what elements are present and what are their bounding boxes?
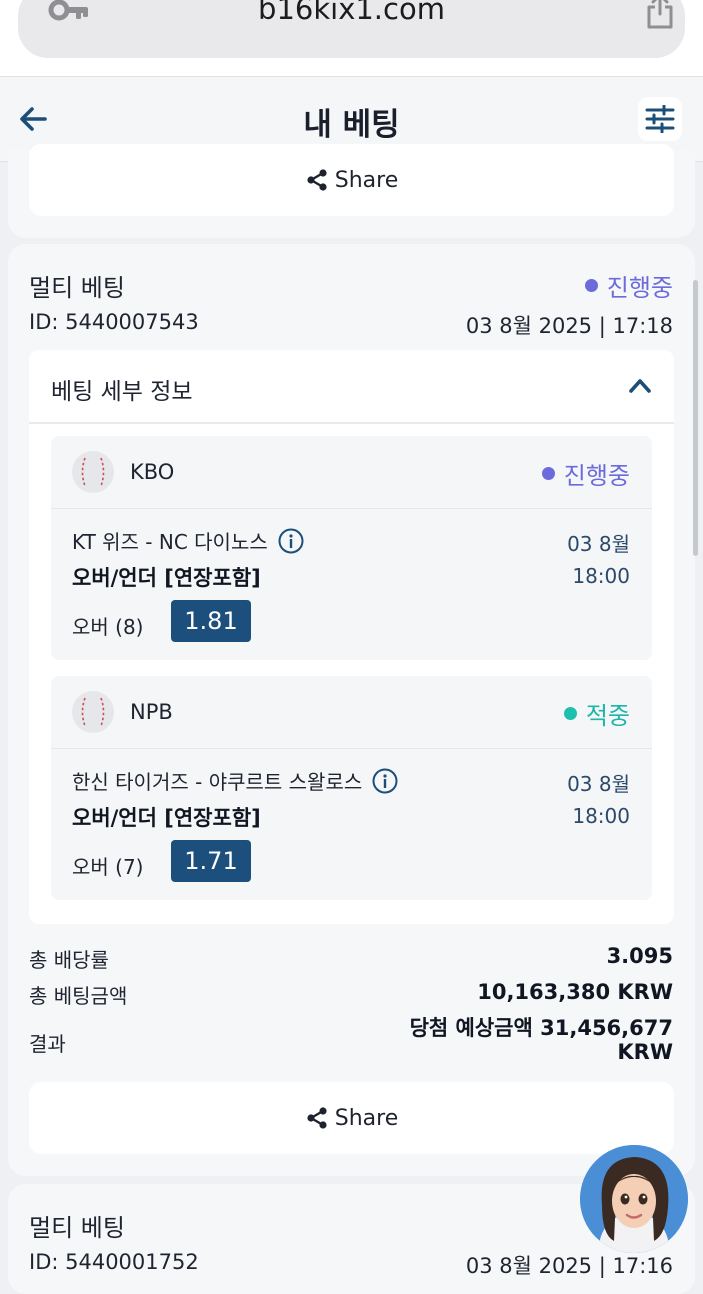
scrollbar[interactable] [693,280,698,556]
bet-details-title: 베팅 세부 정보 [51,379,193,405]
result-value-line1: 당첨 예상금액 31,456,677 [409,1016,673,1040]
bet-details-panel: 베팅 세부 정보 KBO 진행중 KT 위즈 - NC 다이노스 오버/언더 [… [29,350,674,924]
selection: 오버 (7) [72,855,144,879]
match-teams: 한신 타이거즈 - 야쿠르트 스왈로스 [72,770,363,794]
page-title: 내 베팅 [303,107,400,143]
bet-id: ID: 5440007543 [29,310,199,334]
bet-details-header[interactable]: 베팅 세부 정보 [29,350,674,424]
bet-leg: KBO 진행중 KT 위즈 - NC 다이노스 오버/언더 [연장포함] 03 … [51,436,652,660]
status-dot-icon [541,467,555,480]
previous-bet-card: Share [8,144,695,238]
browser-share-icon[interactable] [644,0,676,30]
league-name: KBO [130,460,175,484]
bet-datetime: 03 8월 2025 | 17:16 [465,1254,673,1278]
share-label: Share [334,167,399,193]
leg-status-badge: 진행중 [541,456,630,491]
selection: 오버 (8) [72,615,144,639]
market-name: 오버/언더 [연장포함] [72,566,261,590]
result-value-line2: KRW [617,1040,673,1064]
assistant-face-icon [580,1145,688,1253]
bet-status-text: 진행중 [606,274,673,302]
share-button[interactable]: Share [29,1082,674,1154]
total-stake-value: 10,163,380 KRW [477,980,673,1004]
share-label: Share [334,1105,399,1131]
leg-header: NPB 적중 [51,676,652,749]
total-stake-label: 총 베팅금액 [29,984,128,1008]
status-dot-icon [563,707,577,720]
match-name: KT 위즈 - NC 다이노스 [72,526,304,555]
browser-bar: b16kix1.com [0,0,703,76]
total-odds-value: 3.095 [606,944,673,968]
leg-header: KBO 진행중 [51,436,652,509]
address-bar[interactable]: b16kix1.com [18,0,685,58]
filter-button[interactable] [638,97,682,141]
bet-card: 멀티 베팅 진행중 ID: 5440007543 03 8월 2025 | 17… [8,244,695,1176]
share-button[interactable]: Share [29,144,674,216]
share-icon [307,169,327,191]
bet-id: ID: 5440001752 [29,1250,199,1274]
url-text: b16kix1.com [258,0,445,26]
baseball-icon [72,451,114,493]
assistant-avatar[interactable] [580,1145,688,1253]
match-date: 03 8월 [567,532,630,556]
match-time: 18:00 [572,804,630,828]
chevron-up-icon[interactable] [628,376,652,394]
baseball-icon [72,691,114,733]
odds-badge: 1.81 [171,600,251,642]
match-time: 18:00 [572,564,630,588]
bet-status-badge: 진행중 [584,268,673,303]
bet-type-title: 멀티 베팅 [29,274,125,302]
match-name: 한신 타이거즈 - 야쿠르트 스왈로스 [72,766,398,795]
match-teams: KT 위즈 - NC 다이노스 [72,530,268,554]
match-date: 03 8월 [567,772,630,796]
info-icon[interactable] [278,528,304,554]
odds-badge: 1.71 [171,840,251,882]
leg-status-badge: 적중 [563,696,630,731]
leg-status-text: 진행중 [563,462,630,490]
info-icon[interactable] [372,768,398,794]
result-value: 당첨 예상금액 31,456,677 KRW [410,1016,673,1064]
bet-type-title: 멀티 베팅 [29,1214,125,1242]
share-icon [307,1107,327,1129]
market-name: 오버/언더 [연장포함] [72,806,261,830]
league-name: NPB [130,700,173,724]
bet-leg: NPB 적중 한신 타이거즈 - 야쿠르트 스왈로스 오버/언더 [연장포함] … [51,676,652,900]
filter-icon [645,105,675,133]
total-odds-label: 총 배당률 [29,948,109,972]
bet-datetime: 03 8월 2025 | 17:18 [465,314,673,338]
status-dot-icon [584,279,598,292]
leg-status-text: 적중 [585,702,630,730]
result-label: 결과 [29,1032,66,1056]
